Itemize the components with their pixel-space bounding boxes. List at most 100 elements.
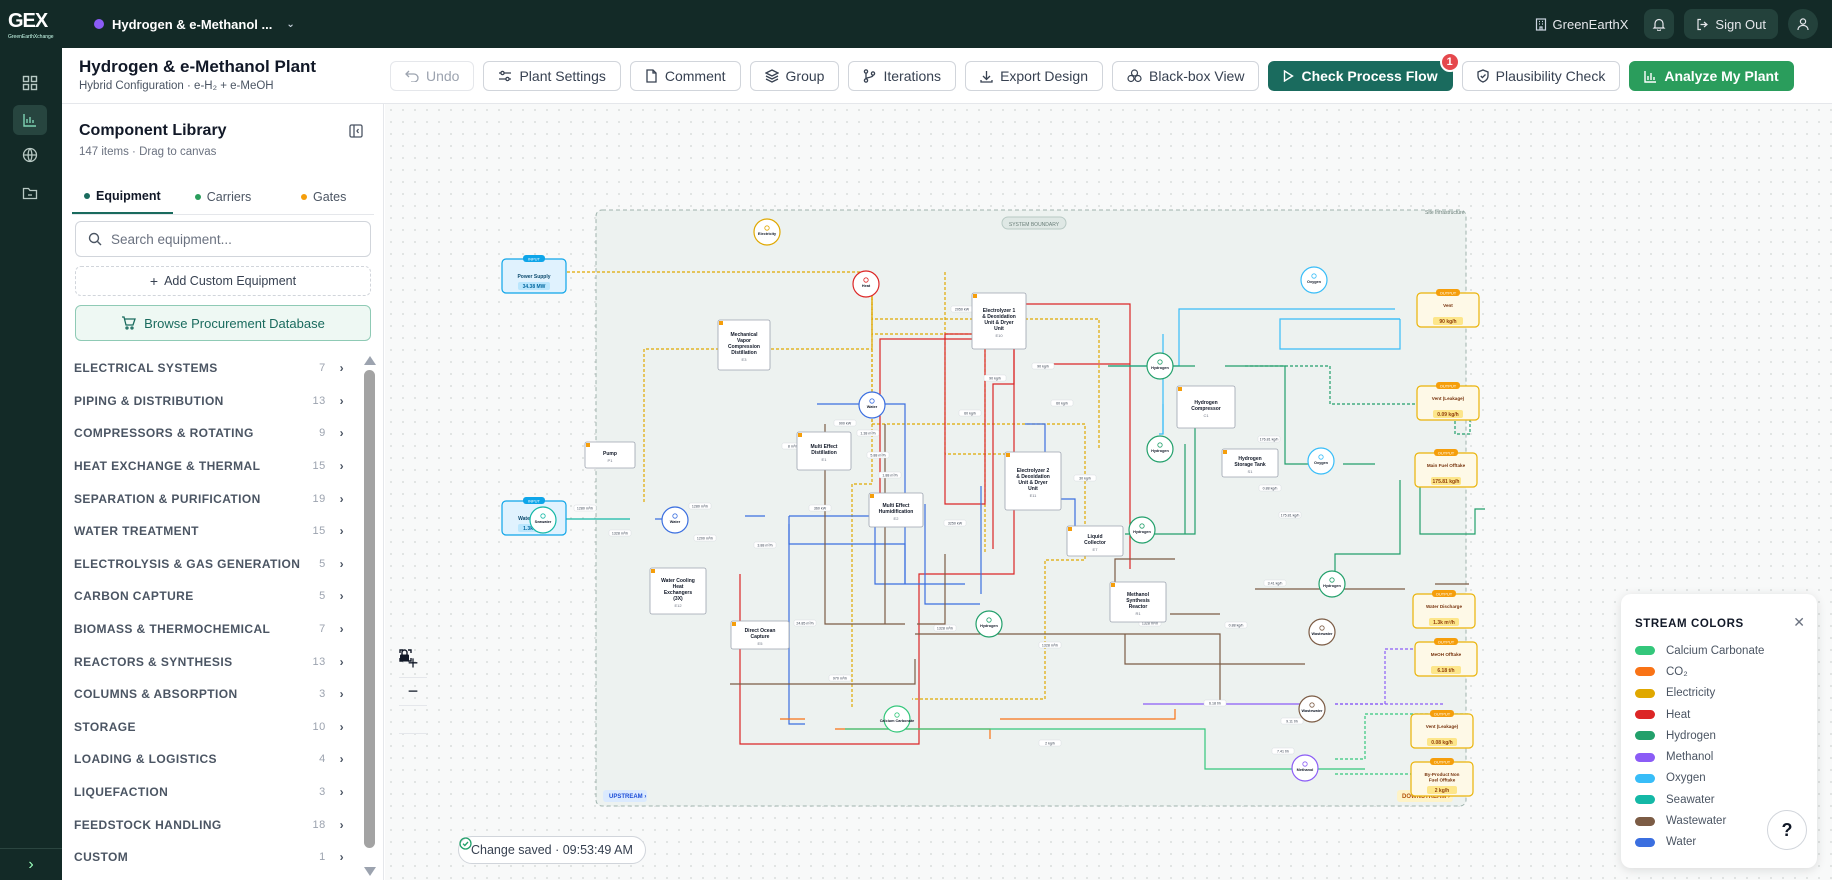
carrier-node[interactable]: Water: [661, 506, 689, 534]
equipment-node[interactable]: Multi EffectHumidificationE2: [868, 492, 924, 528]
analyze-plant-button[interactable]: Analyze My Plant: [1629, 61, 1794, 91]
check-process-flow-button[interactable]: Check Process Flow 1: [1268, 52, 1460, 91]
tab-carriers[interactable]: Carriers: [173, 179, 274, 214]
scroll-up-arrow[interactable]: [364, 356, 376, 365]
group-button[interactable]: Group: [749, 61, 840, 91]
equipment-node[interactable]: Electrolyzer 1& DeoxidationUnit & DryerU…: [971, 292, 1027, 350]
carrier-node[interactable]: Heat: [852, 270, 880, 298]
output-node[interactable]: OUTPUT Main Fuel Offtake 175.81 kg/h: [1414, 449, 1478, 488]
category-row[interactable]: WATER TREATMENT 15 ›: [62, 515, 362, 548]
tab-equipment[interactable]: Equipment: [72, 179, 173, 214]
carrier-node[interactable]: Hydrogen: [1128, 516, 1156, 544]
carrier-node[interactable]: Methanol: [1291, 754, 1319, 782]
logo[interactable]: GEX GreenEarthXchange: [8, 10, 54, 42]
category-row[interactable]: BIOMASS & THERMOCHEMICAL 7 ›: [62, 613, 362, 646]
legend-swatch: [1635, 710, 1655, 720]
carrier-node[interactable]: Oxygen: [1307, 447, 1335, 475]
category-row[interactable]: SEPARATION & PURIFICATION 19 ›: [62, 482, 362, 515]
carrier-node[interactable]: Hydrogen: [1146, 435, 1174, 463]
collapse-panel-icon[interactable]: [349, 124, 363, 143]
user-avatar[interactable]: [1788, 9, 1818, 39]
dashboard-icon[interactable]: [13, 68, 47, 98]
equipment-node[interactable]: MechanicalVaporCompressionDistillationE3: [717, 319, 771, 371]
plausibility-check-button[interactable]: Plausibility Check: [1461, 61, 1621, 91]
equipment-node[interactable]: MethanolSynthesisReactorR1: [1109, 581, 1167, 623]
equipment-node[interactable]: HydrogenStorage TankS1: [1221, 448, 1279, 478]
output-node[interactable]: OUTPUT Vent (Leakage) 0.08 kg/h: [1410, 710, 1474, 749]
carrier-node[interactable]: Hydrogen: [975, 610, 1003, 638]
category-row[interactable]: REACTORS & SYNTHESIS 13 ›: [62, 645, 362, 678]
add-custom-equipment-button[interactable]: + Add Custom Equipment: [75, 266, 371, 296]
browse-procurement-button[interactable]: Browse Procurement Database: [75, 305, 371, 341]
chart-icon[interactable]: [13, 105, 47, 135]
equipment-node[interactable]: LiquidCollectorE7: [1066, 525, 1124, 557]
close-icon[interactable]: ✕: [1793, 614, 1805, 631]
expand-sidebar-icon[interactable]: ›: [0, 848, 62, 880]
category-row[interactable]: ELECTRICAL SYSTEMS 7 ›: [62, 352, 362, 385]
globe-icon[interactable]: [13, 140, 47, 170]
library-scrollbar[interactable]: [364, 356, 376, 876]
carrier-node[interactable]: Hydrogen: [1318, 570, 1346, 598]
equipment-node[interactable]: PumpP1: [584, 441, 636, 469]
git-branch-icon: [864, 69, 876, 83]
equipment-node[interactable]: Water CoolingHeatExchangers(3X)E12: [649, 567, 707, 615]
flow-label-text: 1328 m³/h: [937, 627, 953, 631]
carrier-node[interactable]: Electricity: [753, 218, 781, 246]
category-row[interactable]: COLUMNS & ABSORPTION 3 ›: [62, 678, 362, 711]
carrier-node[interactable]: Water: [858, 391, 886, 419]
output-value: 175.81 kg/h: [1433, 479, 1460, 485]
export-design-button[interactable]: Export Design: [965, 61, 1103, 91]
flow-label: 1280 m³/h: [688, 502, 712, 510]
org-switcher[interactable]: GreenEarthX: [1535, 17, 1628, 32]
help-button[interactable]: ?: [1767, 810, 1807, 850]
category-row[interactable]: ELECTROLYSIS & GAS GENERATION 5 ›: [62, 548, 362, 581]
scroll-thumb[interactable]: [364, 370, 375, 848]
fit-view-button[interactable]: [399, 649, 427, 733]
flow-label-text: 1280 m³/h: [692, 505, 708, 509]
category-row[interactable]: FEEDSTOCK HANDLING 18 ›: [62, 808, 362, 841]
output-node[interactable]: OUTPUT Water Discharge 1.3k m³/h: [1412, 590, 1476, 629]
scroll-down-arrow[interactable]: [364, 867, 376, 876]
category-row[interactable]: COMPRESSORS & ROTATING 9 ›: [62, 417, 362, 450]
category-row[interactable]: CUSTOM 1 ›: [62, 841, 362, 874]
carrier-node[interactable]: Wastewater: [1298, 695, 1326, 723]
category-row[interactable]: HEAT EXCHANGE & THERMAL 15 ›: [62, 450, 362, 483]
carrier-node[interactable]: Hydrogen: [1146, 352, 1174, 380]
equipment-node[interactable]: Direct OceanCaptureE5: [730, 620, 790, 650]
category-row[interactable]: CARBON CAPTURE 5 ›: [62, 580, 362, 613]
search-input[interactable]: [111, 231, 351, 247]
category-row[interactable]: LOADING & LOGISTICS 4 ›: [62, 743, 362, 776]
output-node[interactable]: OUTPUT MeOH Offtake 6.18 t/h: [1414, 638, 1478, 677]
undo-button[interactable]: Undo: [390, 61, 475, 91]
input-power-supply[interactable]: INPUT Power Supply 34.38 MW: [501, 255, 567, 294]
zoom-out-button[interactable]: −: [399, 677, 427, 705]
sign-out-button[interactable]: Sign Out: [1684, 9, 1778, 39]
shield-check-icon: [1476, 69, 1489, 83]
output-node[interactable]: OUTPUT Vent 90 kg/h: [1416, 289, 1480, 328]
carrier-node[interactable]: Oxygen: [1300, 266, 1328, 294]
output-node[interactable]: OUTPUT Vent (Leakage) 0.09 kg/h: [1416, 382, 1480, 421]
iterations-button[interactable]: Iterations: [848, 61, 957, 91]
equipment-node[interactable]: Multi EffectDistillationE1: [796, 431, 852, 471]
comment-button[interactable]: Comment: [629, 61, 741, 91]
flow-canvas[interactable]: SYSTEM BOUNDARY Site Infrastructure UPST…: [385, 104, 1832, 880]
carrier-node[interactable]: Seawater: [529, 506, 557, 534]
category-row[interactable]: STORAGE 10 ›: [62, 711, 362, 744]
flow-label-text: 3.41 kg/h: [1268, 582, 1283, 586]
tab-gates[interactable]: Gates: [273, 179, 374, 214]
output-node[interactable]: OUTPUT By-Product NonFuel Offtake 2 kg/h: [1410, 758, 1474, 797]
plausibility-check-label: Plausibility Check: [1495, 68, 1606, 84]
lock-button[interactable]: [399, 649, 427, 761]
carrier-node[interactable]: Wastewater: [1308, 618, 1336, 646]
notifications-button[interactable]: [1644, 9, 1675, 39]
blackbox-view-button[interactable]: Black-box View: [1112, 61, 1260, 91]
equipment-node[interactable]: Electrolyzer 2& DeoxidationUnit & DryerU…: [1004, 451, 1062, 511]
equipment-id: E1: [822, 457, 828, 462]
folder-icon[interactable]: [13, 178, 47, 208]
category-row[interactable]: LIQUEFACTION 3 ›: [62, 776, 362, 809]
category-name: LOADING & LOGISTICS: [74, 752, 217, 767]
equipment-node[interactable]: HydrogenCompressorC1: [1176, 385, 1236, 429]
plant-settings-button[interactable]: Plant Settings: [483, 61, 621, 91]
category-row[interactable]: PIPING & DISTRIBUTION 13 ›: [62, 385, 362, 418]
project-selector[interactable]: Hydrogen & e-Methanol ... ⌄: [94, 12, 295, 36]
